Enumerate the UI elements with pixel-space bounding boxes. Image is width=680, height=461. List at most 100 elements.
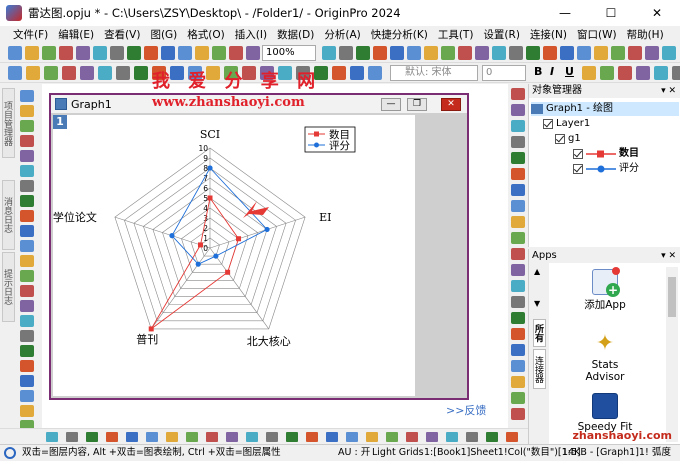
right-tool-icon-13[interactable] (511, 296, 525, 308)
standard-tool-icon-12[interactable] (212, 46, 226, 60)
panel-pin-icon[interactable]: ▾ ✕ (661, 84, 676, 98)
bottom-tool-icon-7[interactable] (186, 432, 198, 442)
standard-tool-icon-27[interactable] (526, 46, 540, 60)
bottom-tool-icon-5[interactable] (146, 432, 158, 442)
tree-item-layer[interactable]: Layer1 (543, 117, 590, 131)
standard-tool-icon-10[interactable] (178, 46, 192, 60)
left-tool-icon-19[interactable] (20, 375, 34, 387)
left-tool-icon-9[interactable] (20, 225, 34, 237)
standard-tool-icon-33[interactable] (628, 46, 642, 60)
bottom-tool-icon-21[interactable] (466, 432, 478, 442)
left-tool-icon-10[interactable] (20, 240, 34, 252)
right-tool-icon-6[interactable] (511, 184, 525, 196)
minimize-button[interactable]: — (542, 0, 588, 26)
bottom-tool-icon-8[interactable] (206, 432, 218, 442)
status-au[interactable]: AU : 开 (338, 445, 370, 461)
menu-item-4[interactable]: 格式(O) (182, 27, 229, 42)
bottom-tool-icon-22[interactable] (486, 432, 498, 442)
close-button[interactable]: ✕ (634, 0, 680, 26)
maximize-button[interactable]: ☐ (588, 0, 634, 26)
menu-item-0[interactable]: 文件(F) (8, 27, 53, 42)
bottom-tool-icon-19[interactable] (426, 432, 438, 442)
right-tool-icon-19[interactable] (511, 392, 525, 404)
standard-tool-icon-26[interactable] (509, 46, 523, 60)
feedback-link[interactable]: >>反馈 (446, 402, 486, 418)
font-combobox[interactable]: 默认: 宋体 (390, 65, 478, 81)
bottom-tool-icon-6[interactable] (166, 432, 178, 442)
standard-tool-icon-4[interactable] (76, 46, 90, 60)
standard-tool-icon-29[interactable] (560, 46, 574, 60)
format-tool-icon-25[interactable] (654, 66, 668, 80)
series-2-checkbox[interactable] (573, 164, 583, 174)
standard-tool-icon-25[interactable] (492, 46, 506, 60)
left-tool-icon-21[interactable] (20, 405, 34, 417)
standard-tool-icon-20[interactable] (407, 46, 421, 60)
right-tool-icon-15[interactable] (511, 328, 525, 340)
bottom-tool-icon-12[interactable] (286, 432, 298, 442)
format-tool-icon-26[interactable] (672, 66, 680, 80)
bottom-tool-icon-10[interactable] (246, 432, 258, 442)
format-tool-icon-19[interactable] (350, 66, 364, 80)
app-add-app[interactable]: + 添加App (553, 267, 657, 312)
right-tool-icon-8[interactable] (511, 216, 525, 228)
standard-tool-icon-21[interactable] (424, 46, 438, 60)
app-stats-advisor[interactable]: ✦ Stats Advisor (553, 331, 657, 383)
standard-tool-icon-11[interactable] (195, 46, 209, 60)
tree-item-graph[interactable]: Graph1 - 绘图 (531, 102, 679, 116)
right-tool-icon-1[interactable] (511, 104, 525, 116)
graph-restore-button[interactable]: ❐ (407, 98, 427, 111)
left-tool-icon-7[interactable] (20, 195, 34, 207)
menu-item-3[interactable]: 图(G) (145, 27, 182, 42)
graph-window[interactable]: Graph1 — ❐ ✕ 1 0 1 2 3 4 5 6 7 8 9 10 SCI EI 北大核心 普刊 学位… (49, 93, 469, 400)
standard-tool-icon-16[interactable] (339, 46, 353, 60)
right-tool-icon-7[interactable] (511, 200, 525, 212)
menu-item-9[interactable]: 工具(T) (433, 27, 479, 42)
standard-tool-icon-35[interactable] (662, 46, 676, 60)
left-tool-icon-4[interactable] (20, 150, 34, 162)
layer-checkbox[interactable] (543, 119, 553, 129)
bottom-tool-icon-3[interactable] (106, 432, 118, 442)
left-tool-icon-16[interactable] (20, 330, 34, 342)
standard-tool-icon-2[interactable] (42, 46, 56, 60)
standard-tool-icon-23[interactable] (458, 46, 472, 60)
standard-tool-icon-9[interactable] (161, 46, 175, 60)
menu-item-11[interactable]: 连接(N) (525, 27, 572, 42)
left-tool-icon-0[interactable] (20, 90, 34, 102)
right-tool-icon-4[interactable] (511, 152, 525, 164)
left-tool-icon-17[interactable] (20, 345, 34, 357)
standard-tool-icon-19[interactable] (390, 46, 404, 60)
left-tool-icon-13[interactable] (20, 285, 34, 297)
standard-tool-icon-34[interactable] (645, 46, 659, 60)
standard-tool-icon-15[interactable] (322, 46, 336, 60)
menu-item-8[interactable]: 快捷分析(K) (366, 27, 433, 42)
format-tool-icon-5[interactable] (98, 66, 112, 80)
left-tool-icon-1[interactable] (20, 105, 34, 117)
standard-tool-icon-5[interactable] (93, 46, 107, 60)
left-tool-icon-8[interactable] (20, 210, 34, 222)
menu-item-2[interactable]: 查看(V) (99, 27, 145, 42)
menu-item-13[interactable]: 帮助(H) (622, 27, 669, 42)
scroll-up-icon[interactable]: ▲ (534, 267, 540, 276)
standard-tool-icon-24[interactable] (475, 46, 489, 60)
format-tool-icon-21[interactable] (582, 66, 596, 80)
standard-tool-icon-31[interactable] (594, 46, 608, 60)
menu-item-1[interactable]: 编辑(E) (53, 27, 99, 42)
bottom-tool-icon-2[interactable] (86, 432, 98, 442)
menu-item-7[interactable]: 分析(A) (319, 27, 365, 42)
app-speedy-fit[interactable]: Speedy Fit (553, 393, 657, 433)
status-grids[interactable]: Light Grids (372, 445, 424, 461)
standard-tool-icon-6[interactable] (110, 46, 124, 60)
apps-scroll-thumb[interactable] (668, 277, 676, 317)
left-tool-icon-14[interactable] (20, 300, 34, 312)
right-tool-icon-3[interactable] (511, 136, 525, 148)
tree-item-series-1[interactable]: 数目 (573, 147, 639, 161)
standard-tool-icon-0[interactable] (8, 46, 22, 60)
bottom-tool-icon-17[interactable] (386, 432, 398, 442)
series-1-checkbox[interactable] (573, 149, 583, 159)
scroll-down-icon[interactable]: ▼ (534, 299, 540, 308)
apps-tab-all[interactable]: 所有 (533, 319, 546, 347)
left-tool-icon-20[interactable] (20, 390, 34, 402)
standard-tool-icon-13[interactable] (229, 46, 243, 60)
bold-button[interactable]: B (534, 65, 542, 78)
standard-tool-icon-32[interactable] (611, 46, 625, 60)
